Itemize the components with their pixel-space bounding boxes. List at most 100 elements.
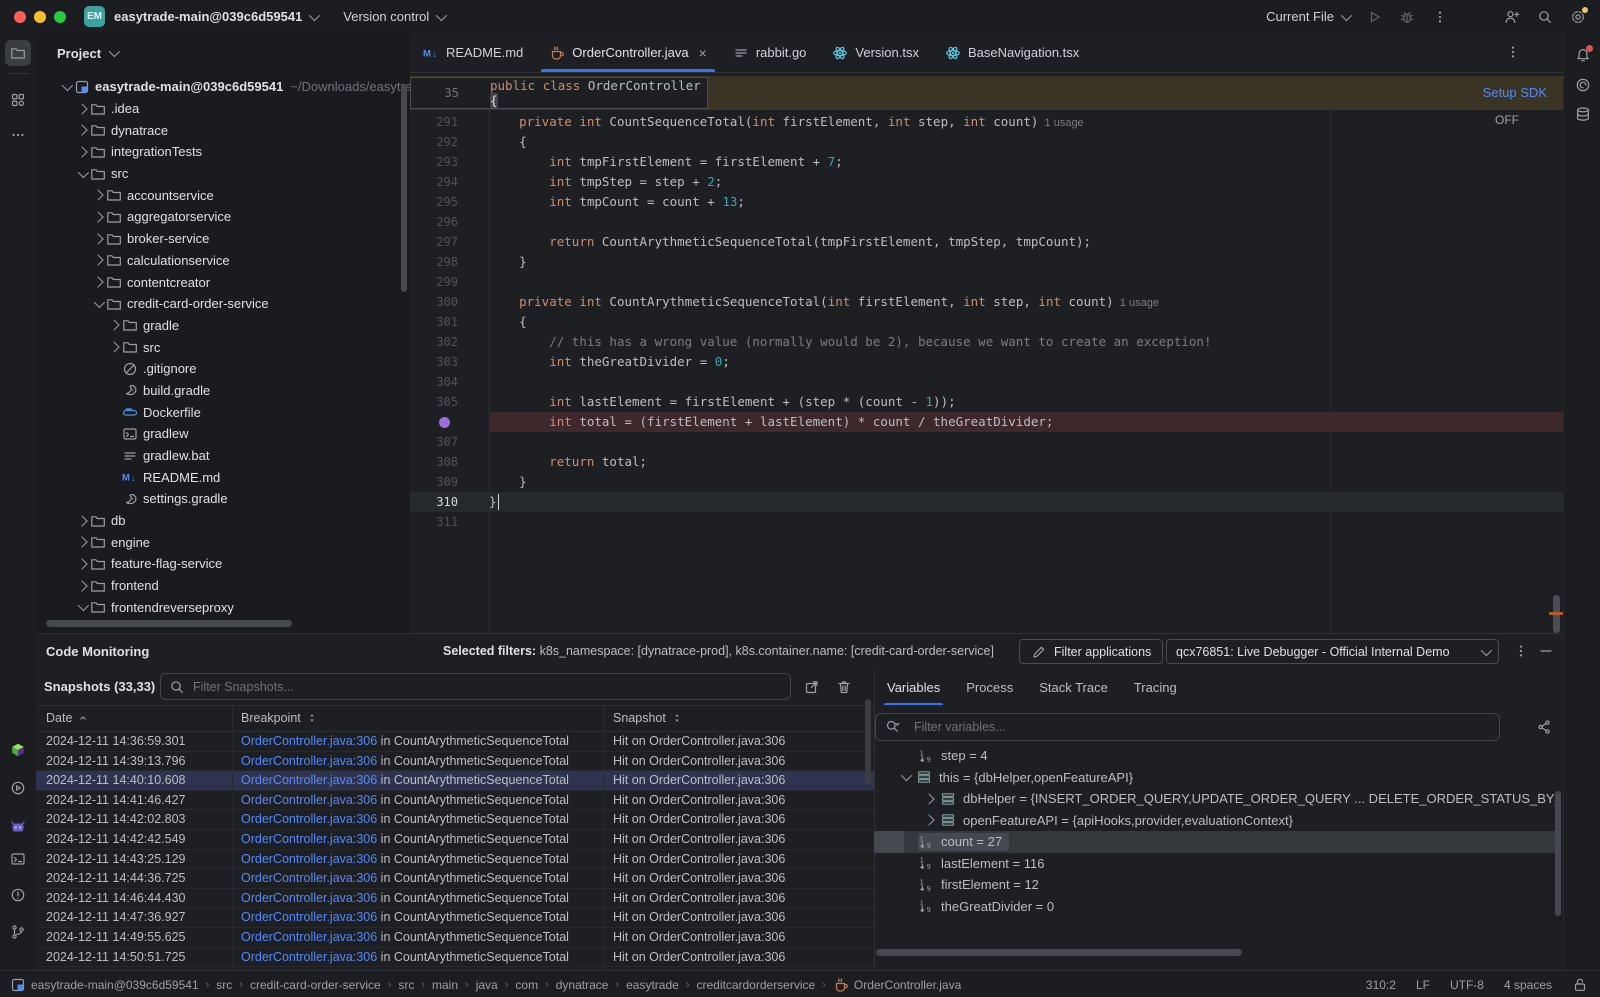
detail-tab-stack-trace[interactable]: Stack Trace (1039, 669, 1108, 705)
breadcrumb-item[interactable]: java (476, 978, 498, 992)
project-tree-item[interactable]: settings.gradle (36, 488, 410, 510)
breakpoint-link[interactable]: OrderController.java:306 (241, 891, 377, 905)
variable-row-theGreatDivider[interactable]: 19theGreatDivider = 0 (874, 896, 1555, 918)
error-stripe-mark[interactable] (1549, 612, 1563, 615)
run-button-icon[interactable] (1366, 9, 1382, 25)
project-tree-item[interactable]: credit-card-order-service (36, 293, 410, 315)
chevron-right-icon[interactable] (92, 276, 103, 287)
project-tree-item[interactable]: frontendreverseproxy (36, 597, 410, 619)
chevron-right-icon[interactable] (76, 537, 87, 548)
line-number[interactable]: 311 (410, 512, 489, 532)
chevron-right-icon[interactable] (76, 103, 87, 114)
chevron-right-icon[interactable] (923, 793, 934, 804)
tool-window-button-version-control[interactable] (5, 919, 31, 945)
tool-window-button-terminal[interactable] (5, 846, 31, 872)
run-configuration-selector[interactable]: Current File (1266, 9, 1349, 24)
code-with-me-icon[interactable] (1504, 9, 1520, 25)
code-line-310[interactable]: 310} (410, 492, 1563, 512)
snapshots-scrollbar[interactable] (865, 699, 871, 784)
project-switcher[interactable]: easytrade-main@039c6d59541 (114, 9, 317, 24)
project-tree-item[interactable]: build.gradle (36, 380, 410, 402)
tool-window-button-more[interactable] (5, 122, 31, 148)
breakpoint-link[interactable]: OrderController.java:306 (241, 773, 377, 787)
line-number[interactable]: 302 (410, 332, 489, 352)
project-tree-item[interactable]: easytrade-main@039c6d59541~/Downloads/ea… (36, 76, 410, 98)
chevron-right-icon[interactable] (92, 255, 103, 266)
code-line-303[interactable]: 303 int theGreatDivider = 0; (410, 352, 1563, 372)
project-tree-item[interactable]: dynatrace (36, 119, 410, 141)
project-tree-item[interactable]: aggregatorservice (36, 206, 410, 228)
code-line-308[interactable]: 308 return total; (410, 452, 1563, 472)
more-actions-icon[interactable] (1432, 9, 1448, 25)
variables-vertical-scrollbar[interactable] (1555, 791, 1561, 916)
encoding-widget[interactable]: UTF-8 (1450, 978, 1484, 992)
breadcrumb-item[interactable]: credit-card-order-service (250, 978, 381, 992)
code-line-298[interactable]: 298 } (410, 252, 1563, 272)
snapshot-row[interactable]: 2024-12-11 14:39:13.796OrderController.j… (36, 752, 874, 772)
editor-tab-rabbit-go[interactable]: rabbit.go (720, 33, 820, 72)
variable-row-lastElement[interactable]: 19lastElement = 116 (874, 853, 1555, 875)
tool-window-button-services[interactable] (5, 775, 31, 801)
snapshot-row[interactable]: 2024-12-11 14:44:36.725OrderController.j… (36, 869, 874, 889)
column-header-breakpoint[interactable]: Breakpoint (232, 706, 604, 731)
line-number[interactable]: 307 (410, 432, 489, 452)
breakpoint-link[interactable]: OrderController.java:306 (241, 734, 377, 748)
editor-tab-basenavigation-tsx[interactable]: BaseNavigation.tsx (932, 33, 1092, 72)
chevron-down-icon[interactable] (93, 297, 104, 308)
chevron-right-icon[interactable] (108, 320, 119, 331)
breakpoint-link[interactable]: OrderController.java:306 (241, 832, 377, 846)
code-line-302[interactable]: 302 // this has a wrong value (normally … (410, 332, 1563, 352)
code-line-291[interactable]: 291 private int CountSequenceTotal(int f… (410, 112, 1563, 132)
project-tree-item[interactable]: db (36, 510, 410, 532)
line-number[interactable]: 309 (410, 472, 489, 492)
snapshot-row[interactable]: 2024-12-11 14:42:42.549OrderController.j… (36, 830, 874, 850)
tool-window-button-database[interactable] (1570, 101, 1596, 127)
breakpoint-link[interactable]: OrderController.java:306 (241, 812, 377, 826)
tool-window-button-problems[interactable] (5, 882, 31, 908)
project-tree-item[interactable]: Dockerfile (36, 401, 410, 423)
macos-close-button[interactable] (14, 11, 26, 23)
vcs-widget[interactable]: Version control (343, 9, 444, 24)
share-icon[interactable] (1536, 719, 1552, 735)
project-tree-item[interactable]: src (36, 336, 410, 358)
macos-zoom-button[interactable] (54, 11, 66, 23)
chevron-down-icon[interactable] (901, 770, 912, 781)
code-line-292[interactable]: 292 { (410, 132, 1563, 152)
snapshot-row[interactable]: 2024-12-11 14:46:44.430OrderController.j… (36, 889, 874, 909)
line-number[interactable]: 304 (410, 372, 489, 392)
line-number[interactable]: 294 (410, 172, 489, 192)
breadcrumb-item[interactable]: main (432, 978, 458, 992)
project-tree-item[interactable]: src (36, 163, 410, 185)
snapshot-row[interactable]: 2024-12-11 14:42:02.803OrderController.j… (36, 810, 874, 830)
project-tree-item[interactable]: accountservice (36, 184, 410, 206)
variable-row-this[interactable]: this = {dbHelper,openFeatureAPI} (874, 767, 1555, 789)
line-number[interactable]: 305 (410, 392, 489, 412)
environment-dropdown[interactable]: qcx76851: Live Debugger - Official Inter… (1166, 639, 1499, 664)
project-tree-item[interactable]: frontend (36, 575, 410, 597)
line-number[interactable]: 295 (410, 192, 489, 212)
debug-button-icon[interactable] (1399, 9, 1415, 25)
project-tree-item[interactable]: .idea (36, 98, 410, 120)
snapshot-row[interactable]: 2024-12-11 14:50:51.725OrderController.j… (36, 948, 874, 968)
breakpoint-link[interactable]: OrderController.java:306 (241, 754, 377, 768)
setup-sdk-link[interactable]: Setup SDK (1483, 76, 1547, 110)
editor-tab-version-tsx[interactable]: Version.tsx (819, 33, 932, 72)
breakpoint-link[interactable]: OrderController.java:306 (241, 793, 377, 807)
variable-row-dbHelper[interactable]: dbHelper = {INSERT_ORDER_QUERY,UPDATE_OR… (874, 788, 1555, 810)
variable-row-openFeatureAPI[interactable]: openFeatureAPI = {apiHooks,provider,eval… (874, 810, 1555, 832)
breadcrumb-item[interactable]: easytrade (626, 978, 679, 992)
project-tree-item[interactable]: gradlew.bat (36, 445, 410, 467)
project-tree-item[interactable]: .gitignore (36, 358, 410, 380)
column-header-snapshot[interactable]: Snapshot (604, 706, 874, 731)
line-number[interactable]: 308 (410, 452, 489, 472)
snapshot-row[interactable]: 2024-12-11 14:47:36.927OrderController.j… (36, 908, 874, 928)
hide-panel-icon[interactable] (1538, 643, 1554, 659)
project-panel-header[interactable]: Project (36, 33, 410, 73)
snapshots-filter-input[interactable] (160, 673, 791, 700)
column-header-date[interactable]: Date (36, 706, 232, 731)
project-tree-item[interactable]: feature-flag-service (36, 553, 410, 575)
code-line-306[interactable]: int total = (firstElement + lastElement)… (410, 412, 1563, 432)
project-tree-item[interactable]: gradlew (36, 423, 410, 445)
breakpoint-link[interactable]: OrderController.java:306 (241, 871, 377, 885)
open-in-new-icon[interactable] (804, 679, 820, 695)
